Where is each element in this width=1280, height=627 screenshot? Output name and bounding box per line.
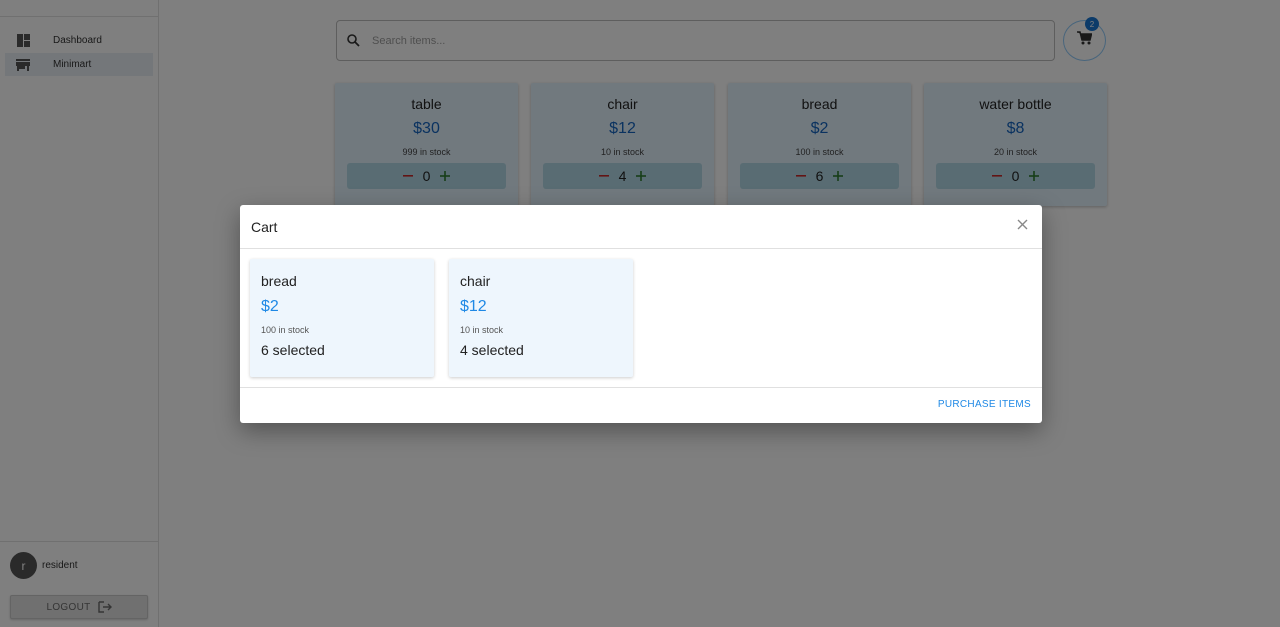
close-icon[interactable]	[1015, 217, 1029, 231]
cart-item-card: bread $2 100 in stock 6 selected	[250, 259, 434, 377]
cart-item-name: chair	[460, 273, 491, 289]
divider	[240, 387, 1042, 388]
cart-modal: Cart bread $2 100 in stock 6 selected ch…	[240, 205, 1042, 423]
divider	[240, 248, 1042, 249]
purchase-items-button[interactable]: PURCHASE ITEMS	[938, 399, 1031, 410]
cart-item-card: chair $12 10 in stock 4 selected	[449, 259, 633, 377]
cart-item-price: $2	[261, 298, 279, 315]
cart-item-stock: 10 in stock	[460, 325, 504, 335]
cart-item-stock: 100 in stock	[261, 325, 310, 335]
cart-item-selected: 4 selected	[460, 342, 524, 358]
cart-item-selected: 6 selected	[261, 342, 325, 358]
cart-item-name: bread	[261, 273, 297, 289]
cart-item-price: $12	[460, 298, 487, 315]
modal-title: Cart	[251, 219, 278, 235]
